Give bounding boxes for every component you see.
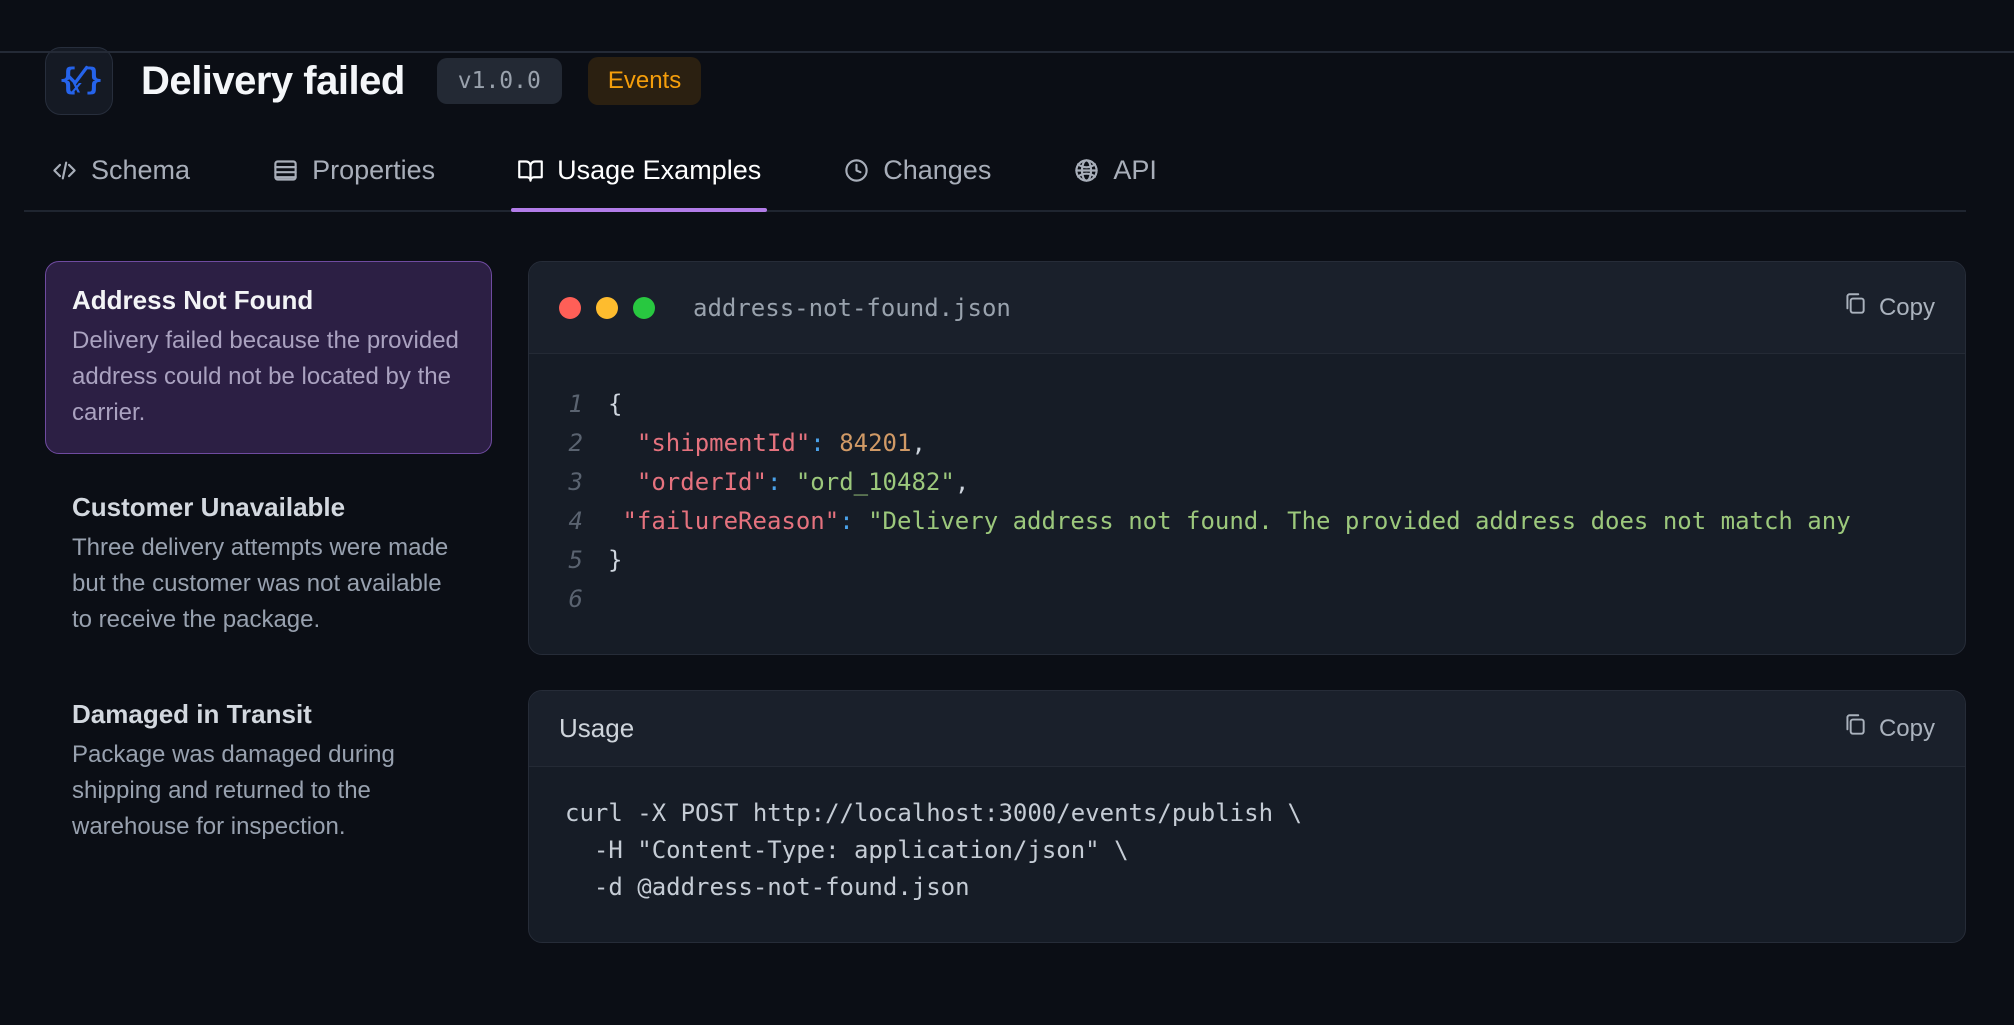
usage-panel: Usage Copy curl -X POST http://localhost… [528, 690, 1966, 943]
line-number: 3 [565, 468, 583, 496]
code-line: 1{ [565, 384, 1955, 423]
tab-label: API [1113, 155, 1157, 186]
code-text: "failureReason": "Delivery address not f… [608, 507, 1851, 535]
top-divider [0, 51, 2014, 53]
code-line: 6 [565, 579, 1955, 618]
code-filename: address-not-found.json [693, 294, 1011, 322]
line-number: 1 [565, 390, 583, 418]
tab-properties[interactable]: Properties [266, 155, 441, 210]
braces-check-logo-icon: { } x [56, 56, 102, 107]
example-title: Customer Unavailable [72, 491, 465, 523]
code-text: "orderId": "ord_10482", [608, 468, 969, 496]
command-line: -d @address-not-found.json [565, 869, 1935, 906]
tab-bar: Schema Properties Usage Examples Changes API [24, 155, 1966, 212]
example-card-damaged-in-transit[interactable]: Damaged in Transit Package was damaged du… [45, 675, 492, 868]
app-logo: { } x [45, 47, 113, 115]
code-text: { [608, 390, 622, 418]
example-description: Three delivery attempts were made but th… [72, 530, 465, 638]
command-line: -H "Content-Type: application/json" \ [565, 832, 1935, 869]
tab-label: Usage Examples [557, 155, 761, 186]
examples-sidebar: Address Not Found Delivery failed because… [45, 261, 492, 868]
code-line: 4 "failureReason": "Delivery address not… [565, 501, 1955, 540]
code-panel-header: address-not-found.json Copy [529, 262, 1965, 354]
window-dots [559, 297, 655, 319]
example-card-address-not-found[interactable]: Address Not Found Delivery failed because… [45, 261, 492, 454]
svg-text:x: x [70, 77, 82, 97]
window-dot-yellow [596, 297, 618, 319]
page-title: Delivery failed [141, 59, 405, 104]
copy-code-label: Copy [1879, 294, 1935, 322]
line-number: 6 [565, 585, 583, 613]
example-description: Package was damaged during shipping and … [72, 737, 465, 845]
line-number: 4 [565, 507, 583, 535]
code-text: } [608, 546, 622, 574]
code-line: 2 "shipmentId": 84201, [565, 423, 1955, 462]
page-header: { } x Delivery failed v1.0.0 Events [45, 47, 1966, 115]
tab-label: Properties [312, 155, 435, 186]
usage-panel-title: Usage [559, 713, 634, 744]
main-column: address-not-found.json Copy 1{2 "shipmen… [528, 261, 1966, 943]
tab-api[interactable]: API [1067, 155, 1163, 210]
tab-usage-examples[interactable]: Usage Examples [511, 155, 767, 210]
code-editor: 1{2 "shipmentId": 84201,3 "orderId": "or… [529, 354, 1965, 654]
book-icon [517, 157, 544, 184]
globe-icon [1073, 157, 1100, 184]
tab-schema[interactable]: Schema [45, 155, 196, 210]
line-number: 2 [565, 429, 583, 457]
line-number: 5 [565, 546, 583, 574]
example-card-customer-unavailable[interactable]: Customer Unavailable Three delivery attem… [45, 468, 492, 661]
code-icon [51, 157, 78, 184]
clipboard-icon [1842, 712, 1868, 745]
copy-usage-button[interactable]: Copy [1842, 712, 1935, 745]
example-title: Damaged in Transit [72, 698, 465, 730]
tab-label: Schema [91, 155, 190, 186]
code-example-panel: address-not-found.json Copy 1{2 "shipmen… [528, 261, 1966, 655]
version-badge: v1.0.0 [437, 58, 562, 104]
clock-icon [843, 157, 870, 184]
window-dot-green [633, 297, 655, 319]
code-line: 3 "orderId": "ord_10482", [565, 462, 1955, 501]
example-title: Address Not Found [72, 284, 465, 316]
window-dot-red [559, 297, 581, 319]
copy-usage-label: Copy [1879, 715, 1935, 743]
code-line: 5} [565, 540, 1955, 579]
example-description: Delivery failed because the provided add… [72, 323, 465, 431]
code-text: "shipmentId": 84201, [608, 429, 926, 457]
usage-panel-header: Usage Copy [529, 691, 1965, 767]
tab-changes[interactable]: Changes [837, 155, 997, 210]
table-icon [272, 157, 299, 184]
content-area: Address Not Found Delivery failed because… [45, 261, 1966, 943]
clipboard-icon [1842, 291, 1868, 324]
command-line: curl -X POST http://localhost:3000/event… [565, 795, 1935, 832]
tab-label: Changes [883, 155, 991, 186]
copy-code-button[interactable]: Copy [1842, 291, 1935, 324]
usage-command-block: curl -X POST http://localhost:3000/event… [529, 767, 1965, 942]
event-type-badge: Events [588, 57, 701, 105]
